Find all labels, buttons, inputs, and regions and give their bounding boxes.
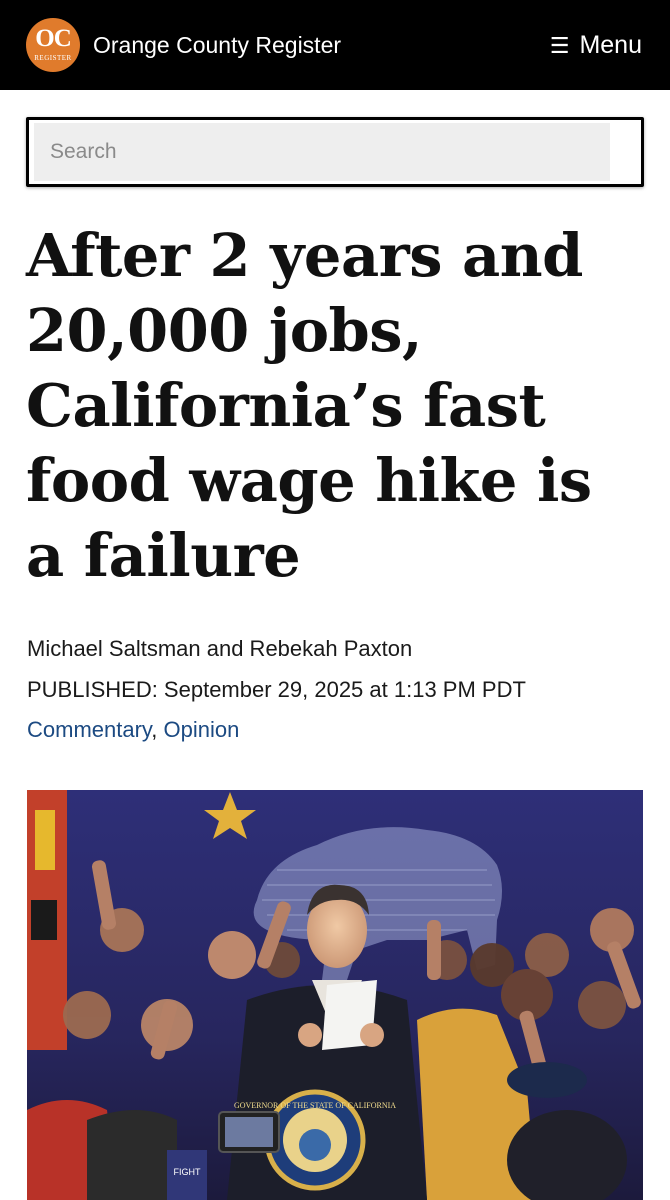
logo-text: OC — [35, 25, 72, 52]
article-headline: After 2 years and 20,000 jobs, Californi… — [26, 221, 592, 590]
category-separator: , — [151, 717, 164, 742]
article-byline: Michael Saltsman and Rebekah Paxton — [27, 636, 413, 661]
search-box — [26, 117, 644, 187]
category-link-commentary[interactable]: Commentary — [27, 717, 151, 742]
sign-text: FIGHT — [174, 1167, 201, 1177]
article-categories: Commentary, Opinion — [27, 715, 239, 745]
publish-date: PUBLISHED: September 29, 2025 at 1:13 PM… — [27, 677, 526, 702]
hamburger-icon: ☰ — [549, 33, 570, 58]
logo-subtext: REGISTER — [34, 54, 72, 62]
search-input[interactable] — [34, 123, 610, 181]
article-photo[interactable]: GOVERNOR OF THE STATE OF CALIFORNIA FIGH… — [27, 790, 643, 1200]
category-link-opinion[interactable]: Opinion — [164, 717, 240, 742]
site-header: OC REGISTER Orange County Register ☰ Menu — [0, 0, 670, 90]
menu-button[interactable]: ☰ Menu — [550, 28, 642, 63]
site-name[interactable]: Orange County Register — [93, 30, 341, 60]
oc-register-logo[interactable]: OC REGISTER — [26, 18, 80, 72]
rally-photo-illustration: GOVERNOR OF THE STATE OF CALIFORNIA FIGH… — [27, 790, 643, 1200]
menu-label: Menu — [579, 31, 642, 59]
seal-text: GOVERNOR OF THE STATE OF CALIFORNIA — [234, 1101, 396, 1110]
